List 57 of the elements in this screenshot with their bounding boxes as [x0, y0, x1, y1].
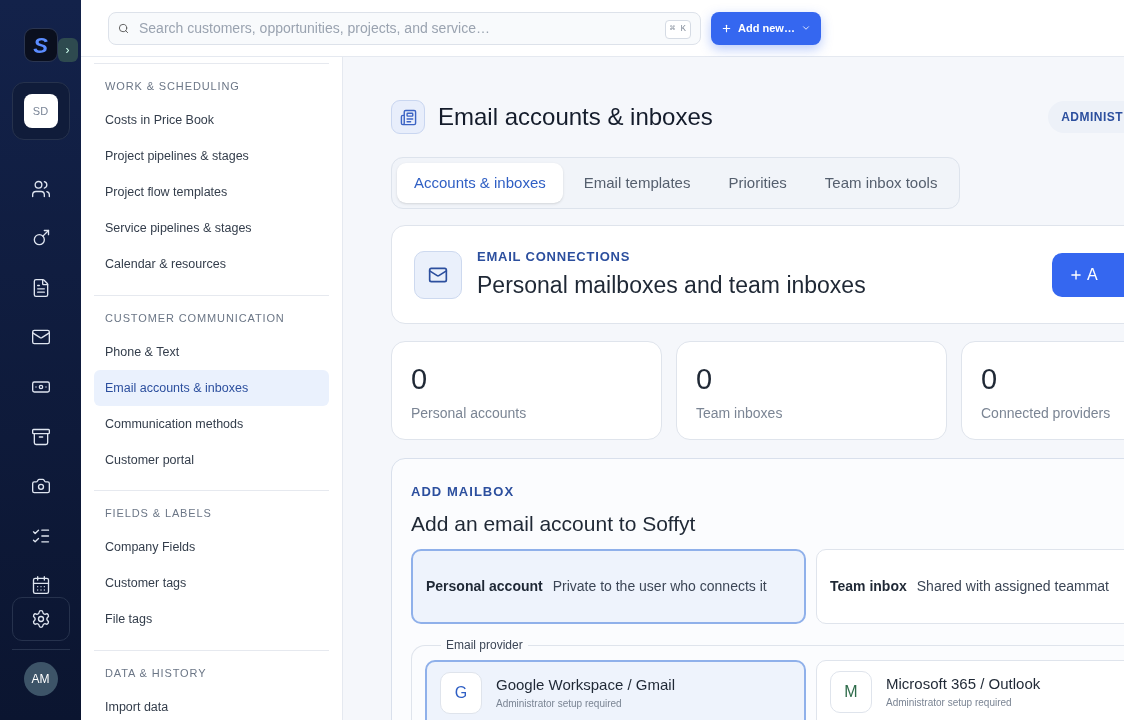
stat-label: Team inboxes: [696, 404, 784, 423]
settings-nav-item[interactable]: Company Fields: [94, 529, 329, 566]
expand-button[interactable]: ›: [57, 38, 78, 62]
provider-option[interactable]: M Microsoft 365 / Outlook Administrator setup required: [816, 660, 1124, 720]
settings-nav-item[interactable]: Project flow templates: [94, 174, 329, 211]
section-heading: DATA & HISTORY: [104, 665, 208, 681]
settings-nav-item[interactable]: Communication methods: [94, 406, 329, 442]
section-title: Add an email account to Soffyt: [411, 510, 697, 537]
settings-icon[interactable]: [30, 609, 51, 629]
stat-value: 0: [411, 362, 429, 397]
settings-nav-item[interactable]: Costs in Price Book: [94, 102, 329, 139]
settings-nav-item[interactable]: Customer tags: [94, 565, 329, 602]
provider-name: Microsoft 365 / Outlook: [886, 674, 1041, 694]
section-title: Personal mailboxes and team inboxes: [477, 271, 866, 300]
settings-nav-item[interactable]: Phone & Text: [94, 334, 329, 370]
settings-nav-item[interactable]: Project pipelines & stages: [94, 138, 329, 175]
provider-note: Administrator setup required: [496, 697, 623, 710]
provider-note: Administrator setup required: [886, 696, 1013, 709]
settings-nav-item[interactable]: File tags: [94, 601, 329, 638]
section-eyebrow: EMAIL CONNECTIONS: [477, 247, 632, 266]
tab[interactable]: Team inbox tools: [807, 163, 955, 203]
app-logo[interactable]: S: [23, 28, 58, 62]
settings-nav-item[interactable]: Email accounts & inboxes: [94, 370, 329, 406]
plus-icon: [721, 22, 733, 34]
section-eyebrow: ADD MAILBOX: [411, 483, 516, 501]
stat-label: Personal accounts: [411, 404, 528, 423]
provider-option[interactable]: G Google Workspace / Gmail Administrator setup required: [425, 660, 806, 720]
stat-value: 0: [981, 362, 999, 397]
settings-nav-item[interactable]: Import data: [94, 689, 329, 720]
mail-icon: [414, 250, 462, 299]
section-heading: WORK & SCHEDULING: [104, 79, 241, 94]
add-account-button[interactable]: A: [1052, 252, 1124, 297]
settings-nav-item[interactable]: Customer portal: [94, 442, 329, 478]
account-type-option[interactable]: Team inbox Shared with assigned teammat: [816, 549, 1124, 624]
page-title: Email accounts & inboxes: [438, 102, 713, 132]
section-heading: CUSTOMER COMMUNICATION: [104, 310, 286, 326]
provider-legend: Email provider: [441, 636, 528, 654]
plus-icon: [1069, 267, 1083, 282]
provider-letter: G: [440, 672, 482, 714]
add-new-button[interactable]: Add new…: [711, 11, 821, 45]
account-type-option[interactable]: Personal account Private to the user who connects it: [411, 549, 806, 624]
provider-letter: M: [830, 671, 872, 713]
provider-name: Google Workspace / Gmail: [496, 675, 675, 695]
stat-value: 0: [696, 362, 714, 397]
tab[interactable]: Accounts & inboxes: [397, 163, 563, 203]
search-icon: [118, 22, 129, 34]
chevron-icon: [800, 23, 811, 33]
tab[interactable]: Email templates: [566, 163, 708, 203]
page-icon: [391, 100, 425, 134]
role-badge: ADMINIST: [1048, 101, 1124, 133]
settings-nav-item[interactable]: Calendar & resources: [94, 246, 329, 283]
tab[interactable]: Priorities: [711, 163, 804, 203]
user-avatar[interactable]: AM: [23, 662, 58, 696]
stat-label: Connected providers: [981, 404, 1112, 423]
settings-nav-item[interactable]: Service pipelines & stages: [94, 210, 329, 247]
workspace-avatar[interactable]: SD: [23, 94, 58, 128]
section-heading: FIELDS & LABELS: [104, 506, 213, 521]
